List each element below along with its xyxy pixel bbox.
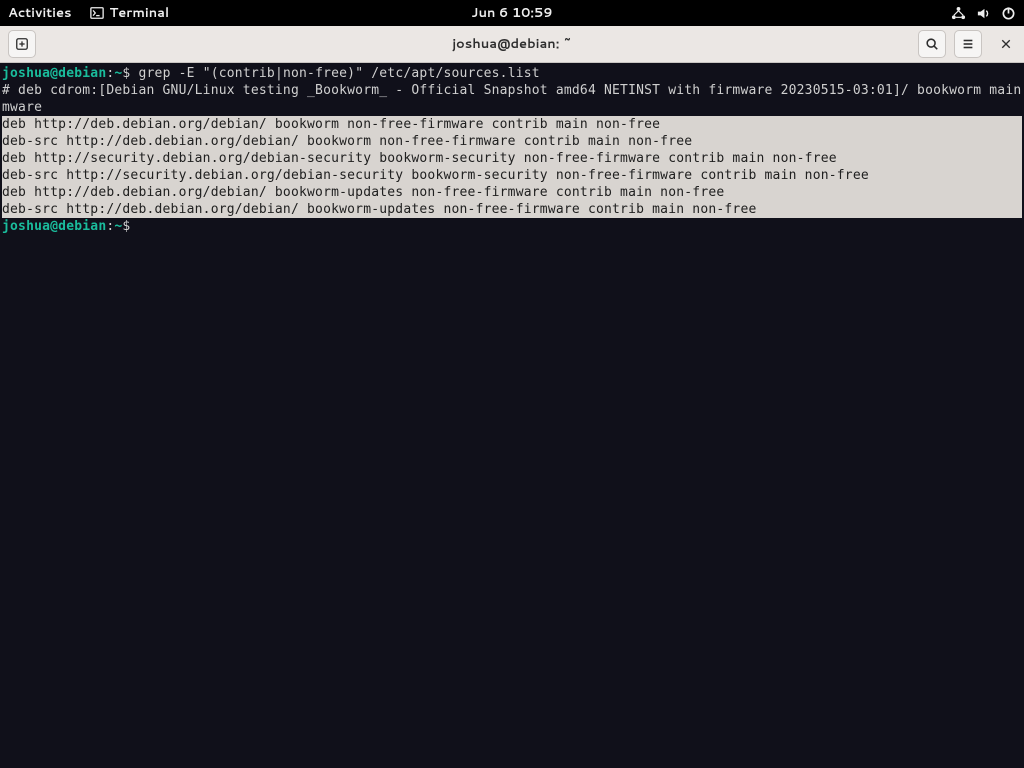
prompt-dollar: $ xyxy=(122,219,138,234)
terminal-viewport[interactable]: joshua@debian:~$ grep -E "(contrib|non-f… xyxy=(0,63,1024,768)
terminal-line: # deb cdrom:[Debian GNU/Linux testing _B… xyxy=(2,82,1022,99)
activities-button[interactable]: Activities xyxy=(8,4,72,22)
app-menu-label: Terminal xyxy=(110,4,170,22)
window-title: joshua@debian: ~ xyxy=(452,35,572,53)
terminal-line-highlighted: deb http://deb.debian.org/debian/ bookwo… xyxy=(2,184,1022,201)
close-window-button[interactable] xyxy=(994,32,1018,56)
gnome-top-panel: Activities Terminal Jun 6 10:59 xyxy=(0,0,1024,26)
search-button[interactable] xyxy=(918,30,946,58)
terminal-line-highlighted: deb http://deb.debian.org/debian/ bookwo… xyxy=(2,116,1022,133)
terminal-line-highlighted: deb-src http://deb.debian.org/debian/ bo… xyxy=(2,201,1022,218)
terminal-line-highlighted: deb http://security.debian.org/debian-se… xyxy=(2,150,1022,167)
power-icon[interactable] xyxy=(1001,6,1016,21)
terminal-header-bar: joshua@debian: ~ xyxy=(0,26,1024,63)
command-text: grep -E "(contrib|non-free)" /etc/apt/so… xyxy=(138,66,539,81)
hamburger-menu-button[interactable] xyxy=(954,30,982,58)
new-tab-button[interactable] xyxy=(8,30,36,58)
terminal-line-highlighted: deb-src http://deb.debian.org/debian/ bo… xyxy=(2,133,1022,150)
clock[interactable]: Jun 6 10:59 xyxy=(471,4,552,22)
terminal-line: mware xyxy=(2,99,1022,116)
terminal-line: joshua@debian:~$ xyxy=(2,218,1022,235)
terminal-line-highlighted: deb-src http://security.debian.org/debia… xyxy=(2,167,1022,184)
terminal-app-icon xyxy=(90,6,104,20)
prompt-user: joshua@debian xyxy=(2,219,106,234)
volume-icon[interactable] xyxy=(976,6,991,21)
prompt-dollar: $ xyxy=(122,66,138,81)
terminal-line: joshua@debian:~$ grep -E "(contrib|non-f… xyxy=(2,65,1022,82)
prompt-user: joshua@debian xyxy=(2,66,106,81)
network-icon[interactable] xyxy=(951,6,966,21)
app-menu-button[interactable]: Terminal xyxy=(90,4,170,22)
